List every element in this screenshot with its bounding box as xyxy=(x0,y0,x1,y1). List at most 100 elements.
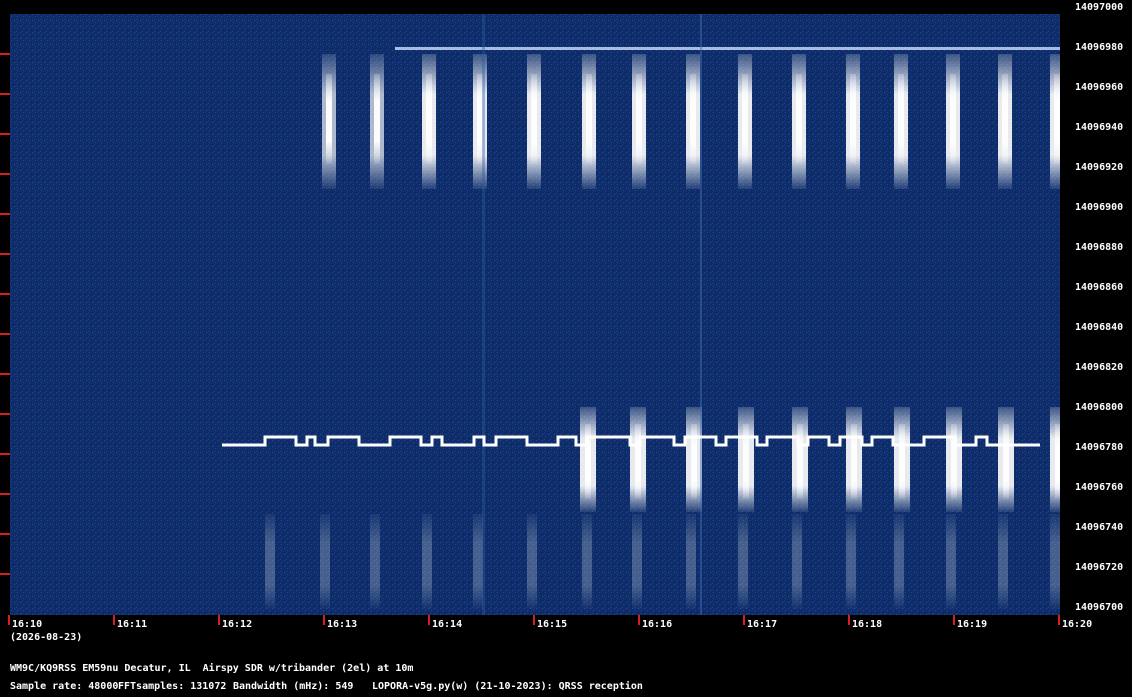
time-label: 16:15 xyxy=(537,619,568,630)
frequency-tick xyxy=(0,493,10,495)
software-version: LOPORA-v5g.py(w) (21-10-2023): QRSS rece… xyxy=(372,681,643,692)
signal-streak xyxy=(320,514,330,609)
time-tick xyxy=(848,615,850,625)
signal-streak xyxy=(899,424,905,499)
frequency-label: 14096980 xyxy=(1075,42,1124,53)
signal-streak xyxy=(582,514,592,609)
frequency-tick xyxy=(0,533,10,535)
signal-streak xyxy=(743,424,749,499)
frequency-tick xyxy=(0,373,10,375)
frequency-label: 14096900 xyxy=(1075,202,1124,213)
signal-streak xyxy=(742,74,748,164)
signal-streak xyxy=(846,514,856,609)
signal-streak xyxy=(326,74,332,164)
upper-signal-band xyxy=(322,54,1060,189)
station-line: WM9C/KQ9RSS EM59nu Decatur, IL Airspy SD… xyxy=(10,663,414,674)
signal-streak xyxy=(531,74,537,164)
time-label: 16:19 xyxy=(957,619,988,630)
signal-streak xyxy=(894,514,904,609)
signal-streak xyxy=(850,74,856,164)
spectrogram xyxy=(10,14,1060,615)
frequency-label: 14096920 xyxy=(1075,162,1124,173)
signal-streak xyxy=(265,514,275,609)
waterfall-display xyxy=(10,14,1060,615)
signal-streak xyxy=(797,424,803,499)
signal-streak xyxy=(796,74,802,164)
time-tick xyxy=(743,615,745,625)
bandwidth: Bandwidth (mHz): 549 xyxy=(233,681,354,692)
signal-streak xyxy=(586,74,592,164)
frequency-label: 14096840 xyxy=(1075,322,1124,333)
time-tick xyxy=(8,615,10,625)
frequency-tick xyxy=(0,253,10,255)
spur-line xyxy=(482,14,485,615)
signal-streak xyxy=(1054,74,1060,164)
signal-streak xyxy=(632,514,642,609)
frequency-tick xyxy=(0,93,10,95)
time-label: 16:11 xyxy=(117,619,148,630)
time-tick xyxy=(953,615,955,625)
frequency-tick xyxy=(0,413,10,415)
signal-streak xyxy=(898,74,904,164)
signal-streak xyxy=(1002,74,1008,164)
signal-streak xyxy=(851,424,857,499)
fft-samples: FFTsamples: 131072 xyxy=(118,681,227,692)
frequency-label: 14096720 xyxy=(1075,562,1124,573)
time-label: 16:12 xyxy=(222,619,253,630)
frequency-label: 14096740 xyxy=(1075,522,1124,533)
time-tick xyxy=(323,615,325,625)
signal-streak xyxy=(635,424,641,499)
time-label: 16:17 xyxy=(747,619,778,630)
signal-streak xyxy=(1003,424,1009,499)
frequency-label: 14096880 xyxy=(1075,242,1124,253)
time-label: 16:14 xyxy=(432,619,463,630)
frequency-tick xyxy=(0,213,10,215)
signal-streak xyxy=(950,74,956,164)
time-tick xyxy=(638,615,640,625)
date-label: (2026-08-23) xyxy=(10,632,83,643)
frequency-label: 14096960 xyxy=(1075,82,1124,93)
signal-streak xyxy=(691,424,697,499)
time-tick xyxy=(113,615,115,625)
frequency-label: 14096800 xyxy=(1075,402,1124,413)
frequency-label: 14096820 xyxy=(1075,362,1124,373)
signal-streak xyxy=(690,74,696,164)
spur-line xyxy=(700,14,702,615)
frequency-label: 14096780 xyxy=(1075,442,1124,453)
signal-streak xyxy=(527,514,537,609)
signal-streak xyxy=(998,514,1008,609)
time-tick xyxy=(533,615,535,625)
time-label: 16:18 xyxy=(852,619,883,630)
sample-rate: Sample rate: 48000 xyxy=(10,681,119,692)
frequency-label: 14096700 xyxy=(1075,602,1124,613)
time-label: 16:16 xyxy=(642,619,673,630)
signal-streak xyxy=(951,424,957,499)
signal-streak xyxy=(792,514,802,609)
frequency-label: 14097000 xyxy=(1075,2,1124,13)
time-label: 16:10 xyxy=(12,619,43,630)
time-tick xyxy=(428,615,430,625)
signal-streak xyxy=(686,514,696,609)
frequency-tick xyxy=(0,133,10,135)
frequency-tick xyxy=(0,293,10,295)
signal-streak xyxy=(422,514,432,609)
time-label: 16:13 xyxy=(327,619,358,630)
time-label: 16:20 xyxy=(1062,619,1093,630)
frequency-tick xyxy=(0,53,10,55)
signal-streak xyxy=(370,514,380,609)
signal-streak xyxy=(1050,514,1060,609)
frequency-tick xyxy=(0,453,10,455)
signal-streak xyxy=(585,424,591,499)
frequency-tick xyxy=(0,573,10,575)
signal-streak xyxy=(1055,424,1060,499)
signal-streak xyxy=(946,514,956,609)
frequency-tick xyxy=(0,333,10,335)
signal-streak xyxy=(374,74,380,164)
frequency-tick xyxy=(0,173,10,175)
signal-streak xyxy=(636,74,642,164)
frequency-label: 14096860 xyxy=(1075,282,1124,293)
signal-streak xyxy=(738,514,748,609)
carrier-line xyxy=(395,47,1060,50)
frequency-label: 14096760 xyxy=(1075,482,1124,493)
signal-streak xyxy=(426,74,432,164)
